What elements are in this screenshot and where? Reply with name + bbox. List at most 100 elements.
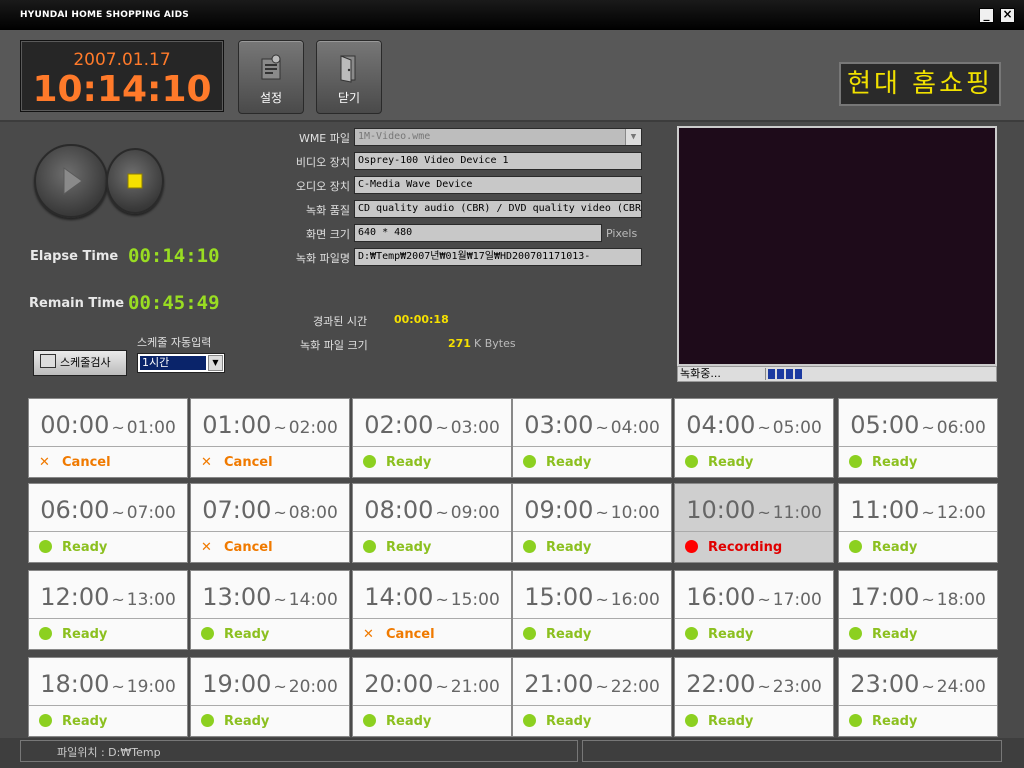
schedule-slot[interactable]: 11:00 ~12:00 Ready (838, 483, 998, 563)
slot-status[interactable]: Ready (523, 712, 591, 732)
settings-button[interactable]: 설정 (238, 40, 304, 114)
ready-dot-icon (523, 627, 536, 640)
wme-file-select[interactable]: 1M-Video.wme ▼ (354, 128, 642, 146)
slot-status[interactable]: Ready (363, 712, 431, 732)
elapse-time-value: 00:14:10 (128, 245, 220, 267)
slot-status[interactable]: Ready (849, 538, 917, 558)
slot-start-time: 04:00 (686, 411, 756, 439)
slot-status[interactable]: Ready (39, 712, 107, 732)
clock-time: 10:14:10 (32, 69, 212, 110)
schedule-slot[interactable]: 23:00 ~24:00 Ready (838, 657, 998, 737)
ready-dot-icon (523, 540, 536, 553)
minimize-button[interactable]: _ (979, 8, 994, 23)
slot-status[interactable]: ✕ Cancel (39, 453, 111, 473)
slot-status[interactable]: Ready (523, 625, 591, 645)
slot-status[interactable]: Ready (849, 712, 917, 732)
ready-dot-icon (201, 627, 214, 640)
record-quality-field[interactable]: CD quality audio (CBR) / DVD quality vid… (354, 200, 642, 218)
chevron-down-icon[interactable]: ▼ (208, 355, 223, 371)
slot-status[interactable]: Ready (523, 538, 591, 558)
stop-button[interactable] (106, 148, 164, 214)
slot-status[interactable]: ✕ Cancel (201, 453, 273, 473)
schedule-slot[interactable]: 21:00 ~22:00 Ready (512, 657, 672, 737)
schedule-slot[interactable]: 20:00 ~21:00 Ready (352, 657, 512, 737)
schedule-slot[interactable]: 17:00 ~18:00 Ready (838, 570, 998, 650)
slot-status[interactable]: Ready (201, 625, 269, 645)
schedule-slot[interactable]: 09:00 ~10:00 Ready (512, 483, 672, 563)
schedule-slot[interactable]: 01:00 ~02:00 ✕ Cancel (190, 398, 350, 478)
cancel-icon: ✕ (201, 540, 212, 555)
schedule-check-button[interactable]: 스케줄검사 (33, 350, 127, 376)
slot-status[interactable]: Ready (363, 453, 431, 473)
slot-status[interactable]: Ready (685, 625, 753, 645)
slot-end-time: 22:00 (610, 677, 660, 697)
slot-start-time: 02:00 (364, 411, 434, 439)
schedule-slot[interactable]: 04:00 ~05:00 Ready (674, 398, 834, 478)
schedule-slot[interactable]: 12:00 ~13:00 Ready (28, 570, 188, 650)
slot-range-separator: ~ (595, 677, 609, 696)
play-button[interactable] (34, 144, 108, 218)
slot-start-time: 16:00 (686, 583, 756, 611)
slot-end-time: 10:00 (610, 503, 660, 523)
slot-divider (353, 618, 511, 619)
slot-divider (29, 618, 187, 619)
close-window-button[interactable]: × (1000, 8, 1015, 23)
schedule-slot[interactable]: 10:00 ~11:00 Recording (674, 483, 834, 563)
ready-dot-icon (685, 455, 698, 468)
file-location-text: 파일위치 : D:₩Temp (57, 746, 161, 759)
slot-start-time: 22:00 (686, 670, 756, 698)
video-device-field[interactable]: Osprey-100 Video Device 1 (354, 152, 642, 170)
schedule-slot[interactable]: 22:00 ~23:00 Ready (674, 657, 834, 737)
remain-time-label: Remain Time (29, 296, 125, 311)
slot-status[interactable]: Recording (685, 538, 782, 558)
slot-status[interactable]: ✕ Cancel (363, 625, 435, 645)
schedule-slot[interactable]: 14:00 ~15:00 ✕ Cancel (352, 570, 512, 650)
schedule-slot[interactable]: 18:00 ~19:00 Ready (28, 657, 188, 737)
schedule-auto-value: 1시간 (140, 356, 206, 370)
slot-time-range: 15:00 ~16:00 (513, 583, 671, 611)
schedule-slot[interactable]: 05:00 ~06:00 Ready (838, 398, 998, 478)
slot-status[interactable]: Ready (39, 625, 107, 645)
schedule-slot[interactable]: 13:00 ~14:00 Ready (190, 570, 350, 650)
record-filename-field[interactable]: D:₩Temp₩2007년₩01월₩17일₩HD200701171013- (354, 248, 642, 266)
ready-dot-icon (849, 714, 862, 727)
close-button[interactable]: 닫기 (316, 40, 382, 114)
slot-status[interactable]: ✕ Cancel (201, 538, 273, 558)
slot-status[interactable]: Ready (685, 712, 753, 732)
slot-time-range: 05:00 ~06:00 (839, 411, 997, 439)
schedule-slot[interactable]: 16:00 ~17:00 Ready (674, 570, 834, 650)
slot-divider (675, 531, 833, 532)
schedule-slot[interactable]: 19:00 ~20:00 Ready (190, 657, 350, 737)
schedule-auto-select[interactable]: 1시간 ▼ (137, 353, 225, 373)
slot-end-time: 17:00 (772, 590, 822, 610)
slot-end-time: 20:00 (288, 677, 338, 697)
slot-status[interactable]: Ready (849, 453, 917, 473)
slot-start-time: 21:00 (524, 670, 594, 698)
slot-range-separator: ~ (435, 677, 449, 696)
audio-device-field[interactable]: C-Media Wave Device (354, 176, 642, 194)
slot-range-separator: ~ (921, 590, 935, 609)
slot-status[interactable]: Ready (523, 453, 591, 473)
schedule-slot[interactable]: 03:00 ~04:00 Ready (512, 398, 672, 478)
level-block (795, 369, 802, 379)
slot-status[interactable]: Ready (201, 712, 269, 732)
schedule-slot[interactable]: 06:00 ~07:00 Ready (28, 483, 188, 563)
screen-size-field[interactable]: 640 * 480 (354, 224, 602, 242)
slot-end-time: 06:00 (936, 418, 986, 438)
record-filename-label: 녹화 파일명 (295, 252, 350, 265)
slot-start-time: 14:00 (364, 583, 434, 611)
slot-status[interactable]: Ready (849, 625, 917, 645)
slot-status[interactable]: Ready (363, 538, 431, 558)
settings-icon (261, 54, 281, 80)
schedule-slot[interactable]: 08:00 ~09:00 Ready (352, 483, 512, 563)
schedule-slot[interactable]: 07:00 ~08:00 ✕ Cancel (190, 483, 350, 563)
slot-status[interactable]: Ready (39, 538, 107, 558)
slot-status[interactable]: Ready (685, 453, 753, 473)
slot-time-range: 11:00 ~12:00 (839, 496, 997, 524)
slot-divider (675, 705, 833, 706)
chevron-down-icon[interactable]: ▼ (625, 129, 641, 145)
slot-start-time: 00:00 (40, 411, 110, 439)
schedule-slot[interactable]: 02:00 ~03:00 Ready (352, 398, 512, 478)
schedule-slot[interactable]: 00:00 ~01:00 ✕ Cancel (28, 398, 188, 478)
schedule-slot[interactable]: 15:00 ~16:00 Ready (512, 570, 672, 650)
